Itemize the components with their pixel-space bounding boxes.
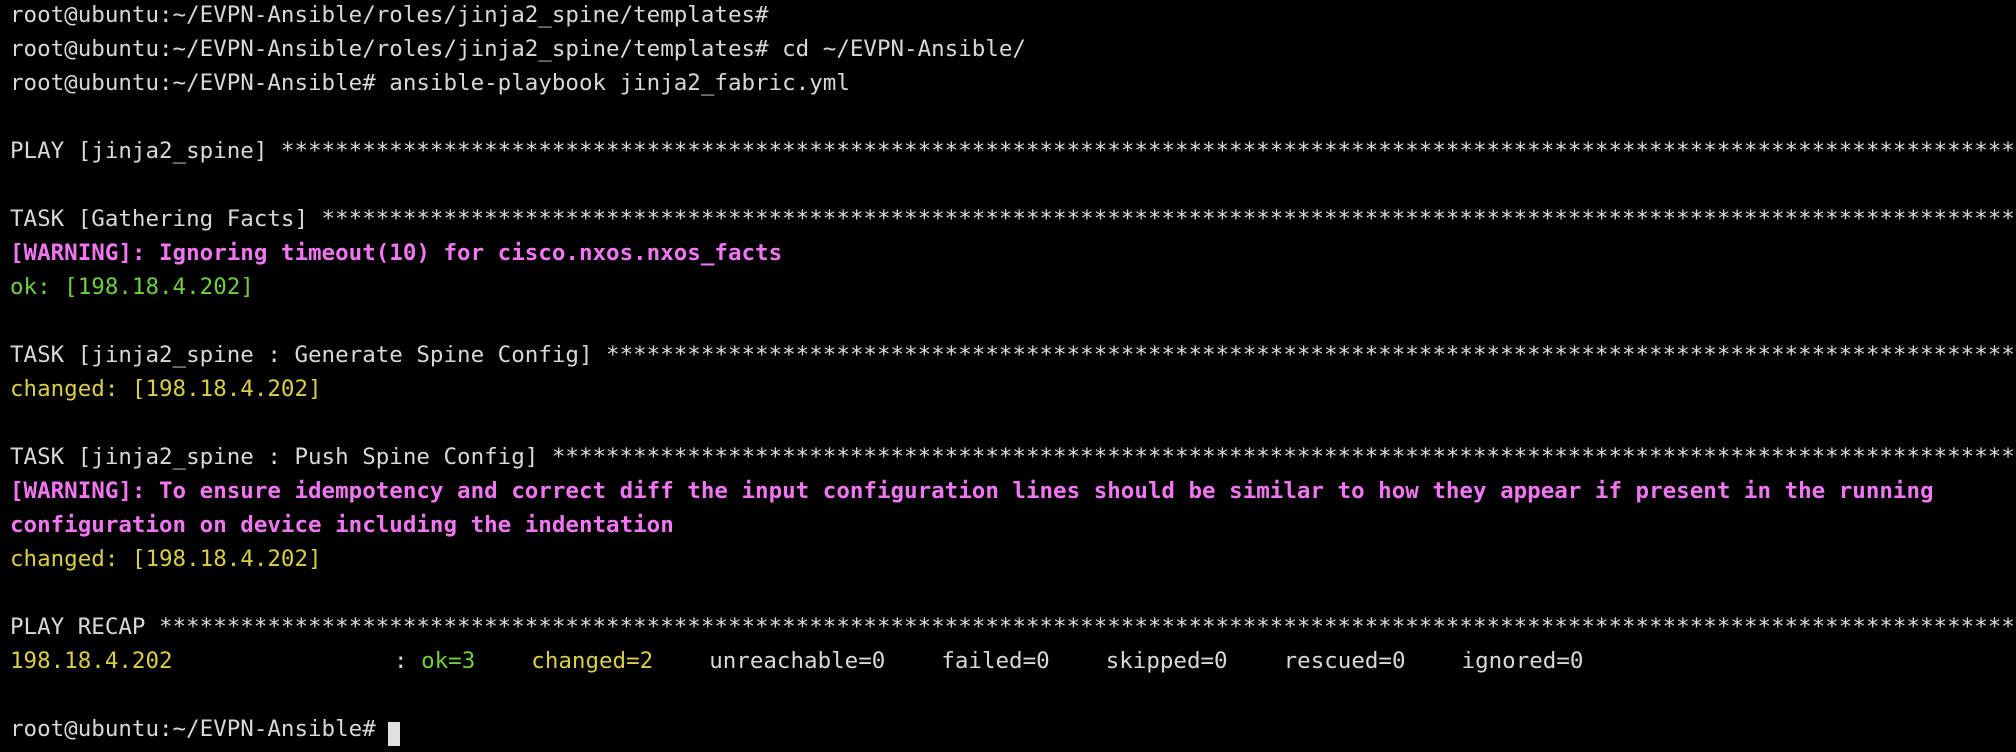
- text-cursor: [387, 722, 400, 746]
- task-header-generate: TASK [jinja2_spine : Generate Spine Conf…: [10, 342, 2016, 368]
- terminal-window[interactable]: root@ubuntu:~/EVPN-Ansible/roles/jinja2_…: [0, 0, 2016, 752]
- recap-separator: :: [394, 648, 422, 674]
- command-line-playbook: root@ubuntu:~/EVPN-Ansible# ansible-play…: [10, 66, 2016, 100]
- warning-line: [WARNING]: To ensure idempotency and cor…: [10, 478, 1934, 504]
- play-header: PLAY [jinja2_spine] ********************…: [10, 138, 2016, 164]
- recap-changed: changed=2: [531, 648, 654, 674]
- recap-line: 198.18.4.202: ok=3 changed=2 unreachable=0…: [10, 644, 2016, 678]
- prompt: root@ubuntu:~/EVPN-Ansible#: [10, 716, 376, 742]
- task-header-facts: TASK [Gathering Facts] *****************…: [10, 206, 2016, 232]
- prompt: root@ubuntu:~/EVPN-Ansible/roles/jinja2_…: [10, 36, 769, 62]
- recap-ignored: ignored=0: [1461, 648, 1584, 674]
- command-text: cd ~/EVPN-Ansible/: [768, 36, 1026, 62]
- prompt: root@ubuntu:~/EVPN-Ansible#: [10, 70, 376, 96]
- recap-rescued: rescued=0: [1283, 648, 1406, 674]
- ok-line: ok: [198.18.4.202]: [10, 274, 254, 300]
- prompt-line: root@ubuntu:~/EVPN-Ansible/roles/jinja2_…: [10, 2, 769, 28]
- command-text: ansible-playbook jinja2_fabric.yml: [375, 70, 850, 96]
- recap-unreachable: unreachable=0: [709, 648, 886, 674]
- changed-line: changed: [198.18.4.202]: [10, 546, 322, 572]
- recap-skipped: skipped=0: [1105, 648, 1228, 674]
- recap-header: PLAY RECAP *****************************…: [10, 614, 2016, 640]
- final-prompt-line[interactable]: root@ubuntu:~/EVPN-Ansible#: [10, 712, 2016, 746]
- recap-failed: failed=0: [941, 648, 1050, 674]
- recap-host: 198.18.4.202: [10, 648, 173, 674]
- command-line-cd: root@ubuntu:~/EVPN-Ansible/roles/jinja2_…: [10, 32, 2016, 66]
- warning-line-continued: configuration on device including the in…: [10, 512, 674, 538]
- task-header-push: TASK [jinja2_spine : Push Spine Config] …: [10, 444, 2016, 470]
- recap-ok: ok=3: [421, 648, 476, 674]
- warning-line: [WARNING]: Ignoring timeout(10) for cisc…: [10, 240, 783, 266]
- changed-line: changed: [198.18.4.202]: [10, 376, 322, 402]
